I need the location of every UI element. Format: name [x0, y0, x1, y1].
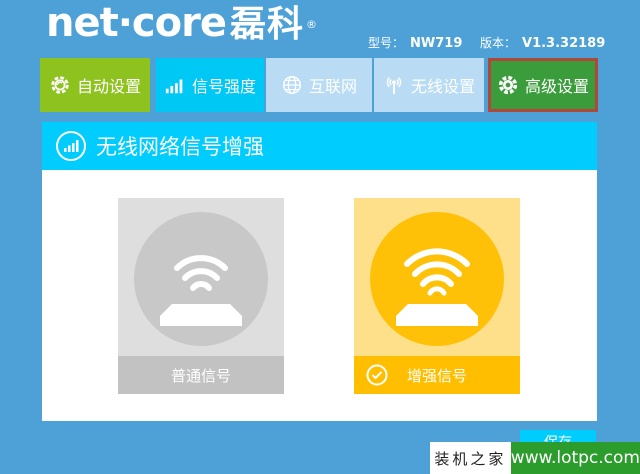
tab-signal-strength[interactable]: 信号强度	[156, 58, 264, 112]
tab-internet[interactable]: 互联网	[266, 58, 372, 112]
panel-body: 普通信号 增强信号	[42, 170, 597, 421]
globe-icon	[283, 76, 301, 94]
tab-advanced-settings-label: 高级设置	[524, 77, 589, 96]
option-normal-signal[interactable]: 普通信号	[118, 198, 284, 394]
watermark-cn: 装机之家	[430, 442, 511, 474]
wifi-router-icon	[160, 255, 242, 326]
panel-header: 无线网络信号增强	[42, 122, 597, 170]
gear-refresh-icon	[51, 76, 69, 94]
normal-signal-label: 普通信号	[170, 366, 231, 385]
wifi-router-icon	[396, 248, 478, 326]
model-info: 型号： NW719	[368, 34, 462, 51]
logo-text: net·core	[46, 0, 227, 46]
version-info: 版本： V1.3.32189	[480, 34, 605, 51]
option-boost-signal[interactable]: 增强信号	[354, 198, 520, 394]
boost-signal-footer: 增强信号	[354, 356, 520, 394]
logo-reg-mark: ®	[305, 18, 317, 31]
tab-signal-strength-label: 信号强度	[191, 77, 256, 96]
watermark-url: www.lotpc.com	[510, 442, 640, 474]
antenna-icon	[386, 77, 402, 95]
version-label: 版本：	[480, 36, 517, 50]
panel-title: 无线网络信号增强	[96, 135, 264, 159]
version-value: V1.3.32189	[522, 36, 606, 51]
check-circle-icon	[366, 364, 388, 386]
signal-bars-icon	[56, 131, 86, 161]
gear-icon	[498, 75, 518, 95]
logo-cn: 磊科	[229, 4, 304, 45]
normal-signal-circle	[134, 212, 268, 346]
tab-auto-setup-label: 自动设置	[76, 77, 141, 96]
boost-signal-circle	[370, 212, 504, 346]
boost-signal-label: 增强信号	[406, 366, 467, 385]
model-value: NW719	[410, 36, 463, 51]
normal-signal-footer: 普通信号	[118, 356, 284, 394]
brand-logo: net·core 磊科 ®	[46, 0, 317, 48]
watermark: 装机之家 www.lotpc.com	[430, 442, 640, 474]
tab-auto-setup[interactable]: 自动设置	[40, 58, 150, 112]
model-label: 型号：	[368, 36, 405, 50]
signal-bars-icon	[165, 79, 183, 94]
tab-advanced-settings[interactable]: 高级设置	[488, 58, 598, 112]
tab-wireless-settings-label: 无线设置	[410, 77, 475, 96]
tab-wireless-settings[interactable]: 无线设置	[374, 58, 484, 112]
tab-internet-label: 互联网	[308, 77, 357, 96]
